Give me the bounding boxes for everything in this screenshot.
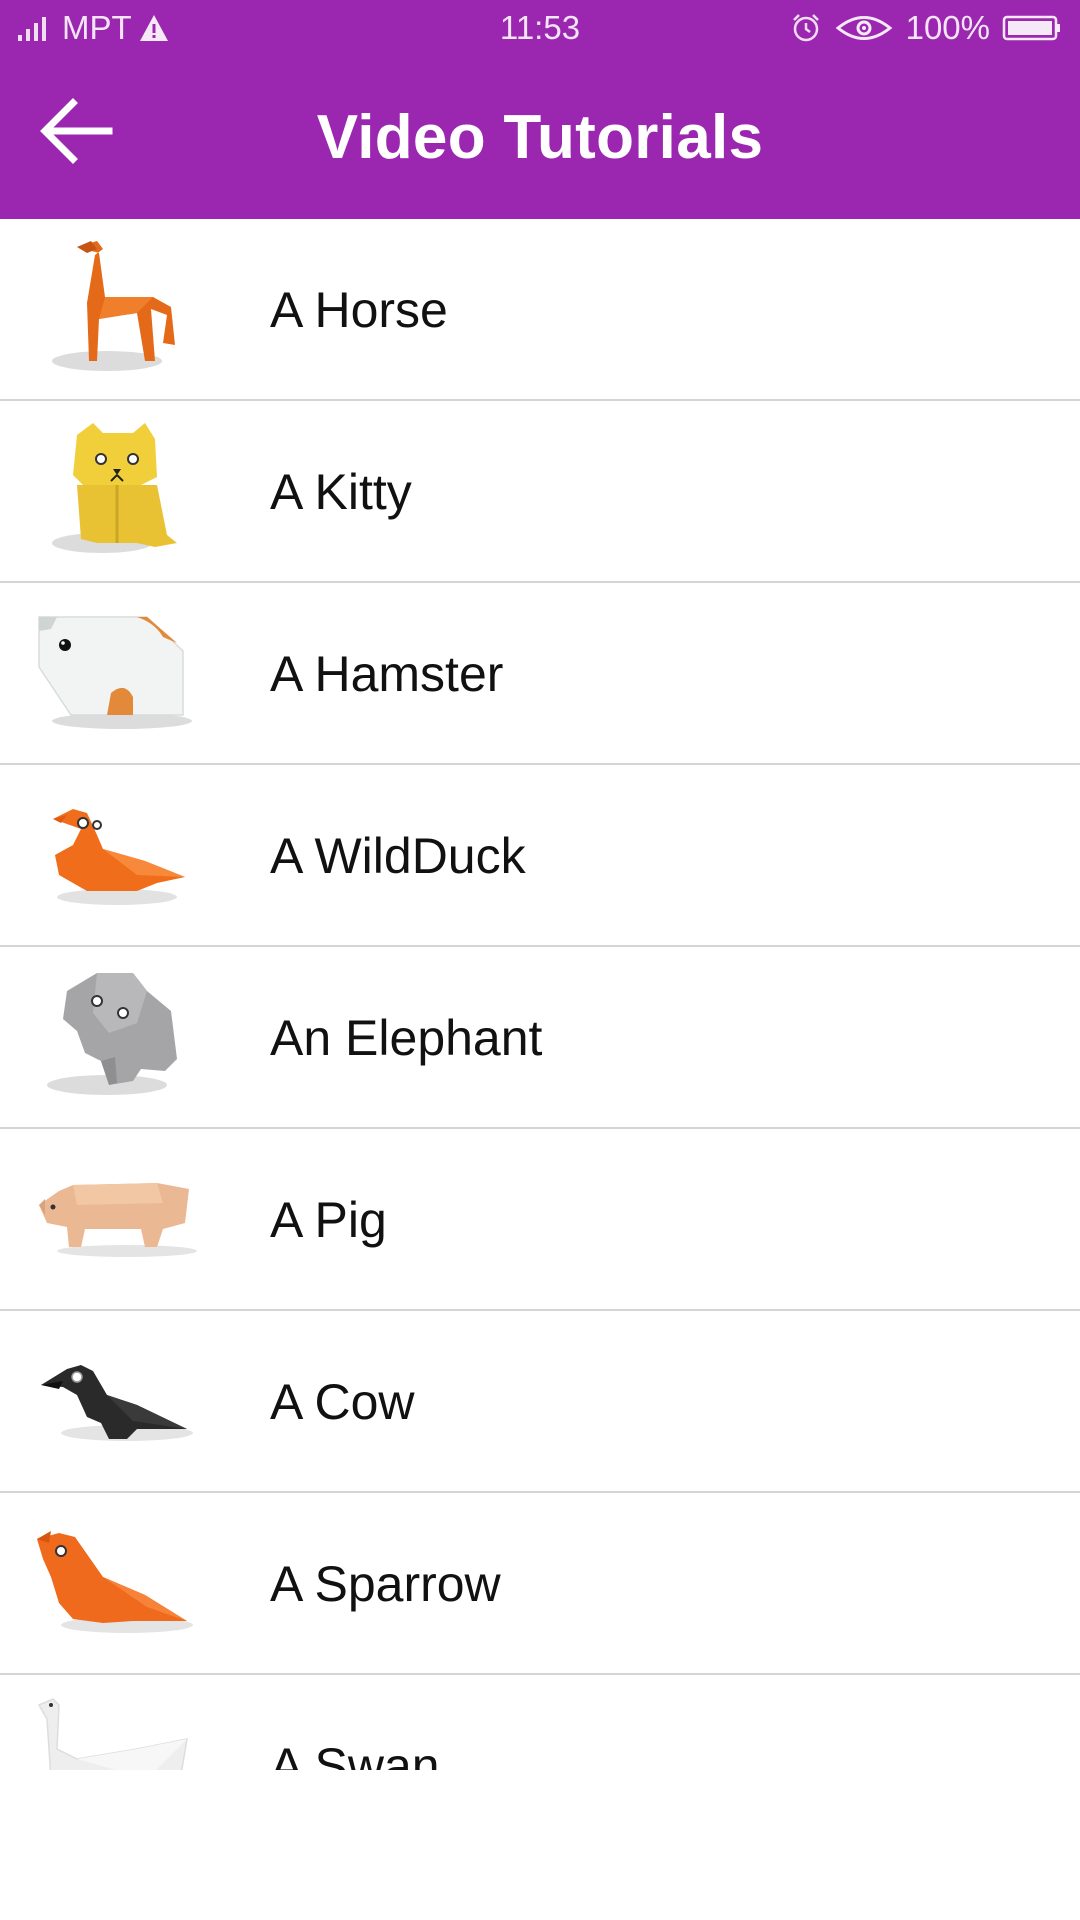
app-bar: Video Tutorials <box>0 56 1080 219</box>
list-item-kitty[interactable]: A Kitty <box>0 401 1080 583</box>
status-bar: MPT 11:53 100% <box>0 0 1080 56</box>
list-item-label: A Pig <box>270 1192 387 1248</box>
status-left: MPT <box>16 0 170 56</box>
signal-icon <box>16 13 56 43</box>
origami-wildduck-icon <box>32 779 212 929</box>
list-item-label: A WildDuck <box>270 828 526 884</box>
origami-sparrow-icon <box>32 1507 212 1657</box>
list-item-label: A Horse <box>270 282 448 338</box>
origami-kitty-icon <box>32 415 212 565</box>
list-item-elephant[interactable]: An Elephant <box>0 947 1080 1129</box>
origami-pig-icon <box>32 1143 212 1293</box>
list-item-label: A Hamster <box>270 646 504 702</box>
origami-crow-icon <box>32 1325 212 1475</box>
origami-elephant-icon <box>32 961 212 1111</box>
warning-icon <box>138 13 170 43</box>
list-item-wildduck[interactable]: A WildDuck <box>0 765 1080 947</box>
list-item-sparrow[interactable]: A Sparrow <box>0 1493 1080 1675</box>
origami-swan-icon <box>32 1689 212 1770</box>
list-item-cow[interactable]: A Cow <box>0 1311 1080 1493</box>
status-right: 100% <box>790 0 1062 56</box>
list-item-label: An Elephant <box>270 1010 543 1066</box>
eye-icon <box>834 13 894 43</box>
carrier-name: MPT <box>62 9 132 46</box>
battery-icon <box>1002 14 1062 42</box>
alarm-icon <box>790 12 822 44</box>
list-item-label: A Sparrow <box>270 1556 501 1612</box>
list-item-pig[interactable]: A Pig <box>0 1129 1080 1311</box>
origami-hamster-icon <box>32 597 212 747</box>
list-item-hamster[interactable]: A Hamster <box>0 583 1080 765</box>
list-item-horse[interactable]: A Horse <box>0 219 1080 401</box>
page-title: Video Tutorials <box>316 103 764 172</box>
list-item-label: A Cow <box>270 1374 415 1430</box>
list-item-label: A Swan <box>270 1738 440 1770</box>
clock: 11:53 <box>499 9 581 46</box>
battery-percent: 100% <box>905 9 990 46</box>
app-screen: MPT 11:53 100% Video Tutorials A Horse A… <box>0 0 1080 1920</box>
list-item-swan[interactable]: A Swan <box>0 1675 1080 1770</box>
origami-horse-icon <box>32 233 212 383</box>
list-item-label: A Kitty <box>270 464 412 520</box>
tutorial-list: A Horse A Kitty A Hamster A WildDuck An … <box>0 219 1080 1770</box>
